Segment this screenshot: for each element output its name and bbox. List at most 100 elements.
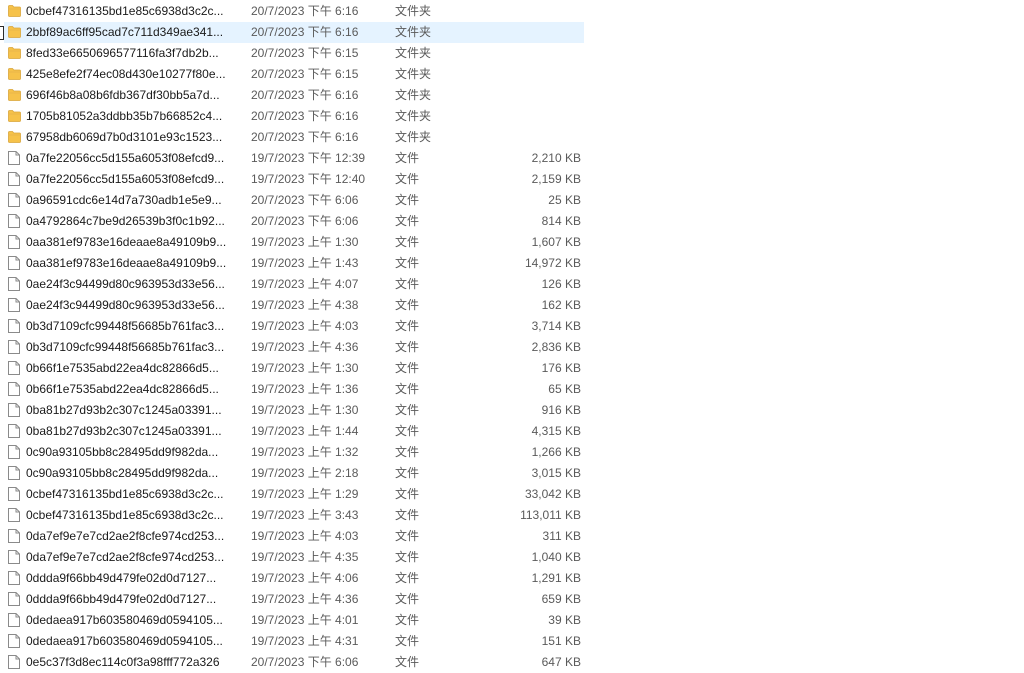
file-size: 1,607 KB [531,235,581,249]
file-name[interactable]: 0cbef47316135bd1e85c6938d3c2c... [26,505,244,526]
file-modified-date: 19/7/2023 上午 4:36 [251,592,359,606]
file-row[interactable]: 696f46b8a08b6fdb367df30bb5a7d... 20/7/202… [0,85,1024,106]
file-row[interactable]: 2bbf89ac6ff95cad7c711d349ae341... 20/7/20… [0,22,1024,43]
file-type: 文件 [395,235,420,249]
file-name[interactable]: 0b66f1e7535abd22ea4dc82866d5... [26,358,244,379]
file-modified-date: 19/7/2023 上午 4:06 [251,571,359,585]
file-name[interactable]: 0a7fe22056cc5d155a6053f08efcd9... [26,148,244,169]
file-name[interactable]: 67958db6069d7b0d3101e93c1523... [26,127,244,148]
file-row[interactable]: 0da7ef9e7e7cd2ae2f8cfe974cd253... 19/7/20… [0,547,1024,568]
file-modified-date: 19/7/2023 上午 1:30 [251,235,359,249]
file-row[interactable]: 0aa381ef9783e16deaae8a49109b9... 19/7/202… [0,232,1024,253]
file-size: 25 KB [548,193,581,207]
file-name[interactable]: 1705b81052a3ddbb35b7b66852c4... [26,106,244,127]
file-name[interactable]: 425e8efe2f74ec08d430e10277f80e... [26,64,244,85]
file-list: 0cbef47316135bd1e85c6938d3c2c... 20/7/202… [0,1,1024,673]
file-row[interactable]: 0e5c37f3d8ec114c0f3a98fff772a326 20/7/202… [0,652,1024,673]
file-name[interactable]: 0b3d7109cfc99448f56685b761fac3... [26,337,244,358]
file-name[interactable]: 0aa381ef9783e16deaae8a49109b9... [26,253,244,274]
file-name[interactable]: 0da7ef9e7e7cd2ae2f8cfe974cd253... [26,526,244,547]
file-row[interactable]: 0ae24f3c94499d80c963953d33e56... 19/7/202… [0,274,1024,295]
file-row[interactable]: 0cbef47316135bd1e85c6938d3c2c... 19/7/202… [0,484,1024,505]
folder-icon [8,47,21,59]
file-name[interactable]: 0dedaea917b603580469d0594105... [26,631,244,652]
file-name[interactable]: 0a4792864c7be9d26539b3f0c1b92... [26,211,244,232]
file-type: 文件 [395,298,420,312]
file-modified-date: 19/7/2023 上午 4:03 [251,529,359,543]
file-row[interactable]: 0cbef47316135bd1e85c6938d3c2c... 20/7/202… [0,1,1024,22]
file-name[interactable]: 0cbef47316135bd1e85c6938d3c2c... [26,484,244,505]
file-icon [8,529,20,543]
file-name[interactable]: 0ba81b27d93b2c307c1245a03391... [26,400,244,421]
file-modified-date: 19/7/2023 上午 2:18 [251,466,359,480]
file-type: 文件 [395,340,420,354]
file-modified-date: 20/7/2023 下午 6:06 [251,214,359,228]
file-name[interactable]: 0c90a93105bb8c28495dd9f982da... [26,463,244,484]
file-modified-date: 20/7/2023 下午 6:16 [251,130,359,144]
file-row[interactable]: 0dedaea917b603580469d0594105... 19/7/2023… [0,631,1024,652]
file-row[interactable]: 0c90a93105bb8c28495dd9f982da... 19/7/2023… [0,442,1024,463]
file-row[interactable]: 0b3d7109cfc99448f56685b761fac3... 19/7/20… [0,337,1024,358]
file-row[interactable]: 0ddda9f66bb49d479fe02d0d7127... 19/7/2023… [0,568,1024,589]
file-row[interactable]: 0b66f1e7535abd22ea4dc82866d5... 19/7/2023… [0,379,1024,400]
file-size: 176 KB [541,361,581,375]
file-modified-date: 20/7/2023 下午 6:16 [251,4,359,18]
file-row[interactable]: 0da7ef9e7e7cd2ae2f8cfe974cd253... 19/7/20… [0,526,1024,547]
file-name[interactable]: 0da7ef9e7e7cd2ae2f8cfe974cd253... [26,547,244,568]
file-row[interactable]: 0a96591cdc6e14d7a730adb1e5e9... 20/7/2023… [0,190,1024,211]
file-modified-date: 19/7/2023 上午 4:03 [251,319,359,333]
file-row[interactable]: 425e8efe2f74ec08d430e10277f80e... 20/7/20… [0,64,1024,85]
file-row[interactable]: 0ddda9f66bb49d479fe02d0d7127... 19/7/2023… [0,589,1024,610]
file-row[interactable]: 0ae24f3c94499d80c963953d33e56... 19/7/202… [0,295,1024,316]
file-modified-date: 19/7/2023 上午 4:07 [251,277,359,291]
file-name[interactable]: 0e5c37f3d8ec114c0f3a98fff772a326 [26,652,244,673]
file-icon [8,550,20,564]
file-type: 文件 [395,634,420,648]
file-type: 文件 [395,529,420,543]
file-name[interactable]: 8fed33e6650696577116fa3f7db2b... [26,43,244,64]
file-row[interactable]: 1705b81052a3ddbb35b7b66852c4... 20/7/2023… [0,106,1024,127]
file-type: 文件夹 [395,130,432,144]
file-row[interactable]: 0dedaea917b603580469d0594105... 19/7/2023… [0,610,1024,631]
file-type: 文件 [395,214,420,228]
file-row[interactable]: 0a7fe22056cc5d155a6053f08efcd9... 19/7/20… [0,169,1024,190]
file-modified-date: 20/7/2023 下午 6:06 [251,193,359,207]
file-row[interactable]: 0aa381ef9783e16deaae8a49109b9... 19/7/202… [0,253,1024,274]
file-name[interactable]: 0ae24f3c94499d80c963953d33e56... [26,295,244,316]
file-row[interactable]: 0b66f1e7535abd22ea4dc82866d5... 19/7/2023… [0,358,1024,379]
file-name[interactable]: 0a7fe22056cc5d155a6053f08efcd9... [26,169,244,190]
file-type: 文件 [395,277,420,291]
file-name[interactable]: 0ddda9f66bb49d479fe02d0d7127... [26,568,244,589]
file-type: 文件 [395,256,420,270]
file-name[interactable]: 696f46b8a08b6fdb367df30bb5a7d... [26,85,244,106]
file-row[interactable]: 67958db6069d7b0d3101e93c1523... 20/7/2023… [0,127,1024,148]
file-name[interactable]: 2bbf89ac6ff95cad7c711d349ae341... [26,22,244,43]
row-focus-marker [0,26,4,40]
file-icon [8,508,20,522]
file-icon [8,571,20,585]
file-type: 文件 [395,550,420,564]
file-row[interactable]: 0b3d7109cfc99448f56685b761fac3... 19/7/20… [0,316,1024,337]
file-name[interactable]: 0aa381ef9783e16deaae8a49109b9... [26,232,244,253]
file-name[interactable]: 0b3d7109cfc99448f56685b761fac3... [26,316,244,337]
file-row[interactable]: 0ba81b27d93b2c307c1245a03391... 19/7/2023… [0,421,1024,442]
file-row[interactable]: 8fed33e6650696577116fa3f7db2b... 20/7/202… [0,43,1024,64]
file-modified-date: 19/7/2023 上午 4:35 [251,550,359,564]
file-row[interactable]: 0a7fe22056cc5d155a6053f08efcd9... 19/7/20… [0,148,1024,169]
file-row[interactable]: 0c90a93105bb8c28495dd9f982da... 19/7/2023… [0,463,1024,484]
file-row[interactable]: 0a4792864c7be9d26539b3f0c1b92... 20/7/202… [0,211,1024,232]
file-type: 文件夹 [395,4,432,18]
file-name[interactable]: 0ba81b27d93b2c307c1245a03391... [26,421,244,442]
file-row[interactable]: 0ba81b27d93b2c307c1245a03391... 19/7/2023… [0,400,1024,421]
file-icon [8,466,20,480]
file-name[interactable]: 0c90a93105bb8c28495dd9f982da... [26,442,244,463]
file-icon [8,361,20,375]
file-row[interactable]: 0cbef47316135bd1e85c6938d3c2c... 19/7/202… [0,505,1024,526]
file-name[interactable]: 0cbef47316135bd1e85c6938d3c2c... [26,1,244,22]
file-name[interactable]: 0ae24f3c94499d80c963953d33e56... [26,274,244,295]
file-type: 文件 [395,424,420,438]
file-name[interactable]: 0a96591cdc6e14d7a730adb1e5e9... [26,190,244,211]
file-name[interactable]: 0ddda9f66bb49d479fe02d0d7127... [26,589,244,610]
file-name[interactable]: 0b66f1e7535abd22ea4dc82866d5... [26,379,244,400]
file-name[interactable]: 0dedaea917b603580469d0594105... [26,610,244,631]
